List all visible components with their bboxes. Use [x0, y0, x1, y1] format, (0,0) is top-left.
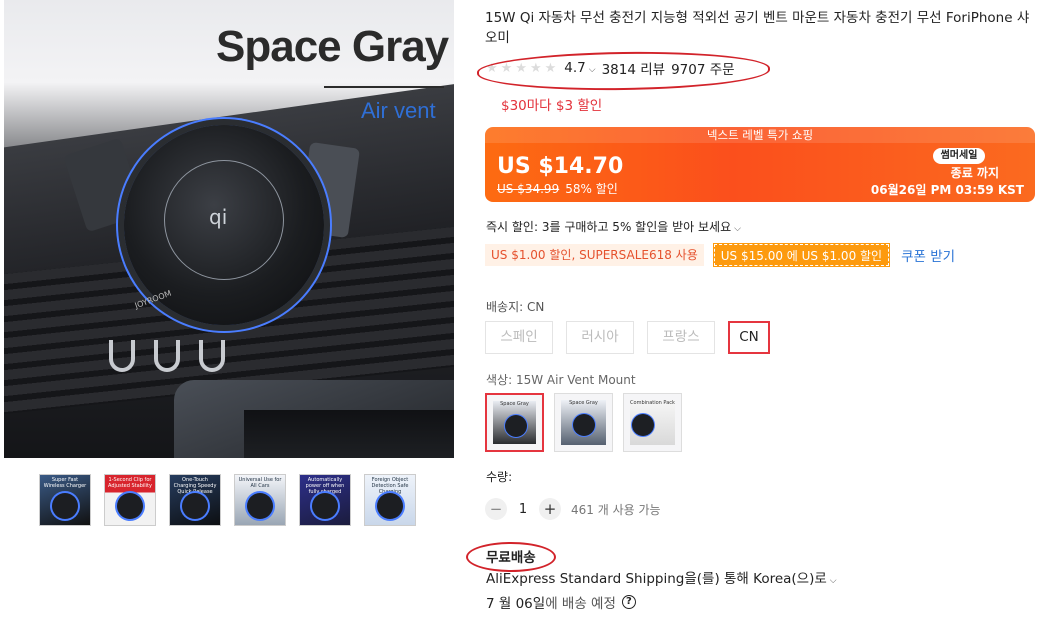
ship-from-option-cn[interactable]: CN [728, 321, 770, 354]
ship-from-option-france[interactable]: 프랑스 [647, 321, 715, 354]
charger-feet [74, 340, 264, 380]
product-title: 15W Qi 자동차 무선 충전기 지능형 적외선 공기 벤트 마운트 자동차 … [485, 10, 1030, 46]
swatch-caption: Combination Pack [630, 400, 675, 406]
thumbnail-product [312, 493, 338, 519]
swatch-caption: Space Gray [500, 401, 529, 407]
delivery-estimate: 7 월 06일 에 배송 예정 ? [486, 592, 636, 612]
store-coupon-line[interactable]: $30마다 $3 할인 [501, 94, 602, 114]
chevron-down-icon: ⌵ [734, 224, 741, 234]
chevron-down-icon: ⌵ [829, 576, 837, 586]
color-swatch-1[interactable]: Space Gray [485, 393, 544, 452]
thumbnail-3[interactable]: One-Touch Charging Speedy Quick Release [169, 474, 221, 526]
thumbnail-4[interactable]: Universal Use for All Cars [234, 474, 286, 526]
ship-from-options: 스페인 러시아 프랑스 CN [485, 321, 770, 354]
instant-discount-label: 즉시 할인: [486, 220, 542, 234]
thumbnail-product [377, 493, 403, 519]
qi-logo: qi [209, 205, 228, 229]
ship-from-prefix: 배송지: [486, 300, 527, 314]
car-screen [244, 410, 454, 458]
ship-from-option-spain[interactable]: 스페인 [485, 321, 553, 354]
color-value: 15W Air Vent Mount [515, 373, 636, 387]
help-icon[interactable]: ? [621, 595, 636, 609]
color-label: 색상: 15W Air Vent Mount [486, 371, 636, 388]
color-swatches: Space Gray Space Gray Combination Pack [485, 393, 682, 452]
swatch-caption: Space Gray [569, 400, 598, 406]
thumbnail-product [52, 493, 78, 519]
deal-banner: 넥스트 레벨 특가 쇼핑 US $14.70 US $34.99 58% 할인 썸… [485, 127, 1035, 202]
thumbnail-caption: Super Fast Wireless Charger [43, 477, 87, 489]
thumbnail-product [182, 493, 208, 519]
charger-illustration: qi JOYROOM [63, 105, 361, 372]
quantity-increase-button[interactable]: + [539, 498, 561, 520]
ship-from-option-russia[interactable]: 러시아 [566, 321, 634, 354]
quantity-input[interactable]: 1 [507, 502, 539, 517]
shipping-method-text: AliExpress Standard Shipping을(를) 통해 Kore… [486, 571, 827, 587]
rating-annotation [476, 49, 771, 93]
quantity-available: 461 개 사용 가능 [571, 502, 661, 517]
thumbnail-2[interactable]: 1-Second Clip for Adjusted Stability [104, 474, 156, 526]
sale-price: US $14.70 [497, 154, 624, 179]
charger-foot [199, 340, 225, 372]
coupon-code-tag[interactable]: US $1.00 할인, SUPERSALE618 사용 [485, 244, 704, 266]
thumbnail-caption: 1-Second Clip for Adjusted Stability [108, 477, 152, 489]
deal-ends-label: 종료 까지 [950, 166, 999, 180]
price-compare: US $34.99 58% 할인 [497, 180, 618, 197]
hero-rule [324, 86, 444, 88]
delivery-date: 7 월 06일 [486, 596, 546, 612]
summer-sale-badge: 썸머세일 [933, 148, 985, 164]
thumbnail-5[interactable]: Automatically power off when fully charg… [299, 474, 351, 526]
store-coupon-tag[interactable]: US $15.00 에 US $1.00 할인 [712, 243, 891, 267]
hero-subtitle: Air vent [361, 98, 436, 123]
deal-banner-title: 넥스트 레벨 특가 쇼핑 [485, 127, 1035, 143]
deal-end-time: 06월26일 PM 03:59 KST [870, 183, 1024, 197]
main-product-image[interactable]: Space Gray Air vent qi JOYROOM [4, 0, 454, 458]
color-swatch-3[interactable]: Combination Pack [623, 393, 682, 452]
coupon-row: US $1.00 할인, SUPERSALE618 사용 US $15.00 에… [485, 243, 955, 267]
hero-title: Space Gray [216, 22, 449, 71]
original-price: US $34.99 [497, 182, 560, 196]
swatch-product [573, 414, 595, 436]
thumbnail-caption: Universal Use for All Cars [238, 477, 282, 489]
quantity-decrease-button[interactable]: − [485, 498, 507, 520]
thumbnail-product [247, 493, 273, 519]
instant-discount[interactable]: 즉시 할인: 3를 구매하고 5% 할인을 받아 보세요 ⌵ [486, 218, 741, 235]
discount-percent: 58% 할인 [565, 182, 618, 196]
get-coupon-link[interactable]: 쿠폰 받기 [901, 245, 955, 265]
ship-from-value: CN [526, 300, 545, 314]
quantity-label: 수량: [486, 470, 513, 484]
instant-discount-text: 3를 구매하고 5% 할인을 받아 보세요 [541, 220, 732, 234]
ship-from-label: 배송지: CN [486, 298, 544, 315]
charger-foot [109, 340, 135, 372]
thumbnail-6[interactable]: Foreign Object Detection Safe Charging [364, 474, 416, 526]
color-prefix: 색상: [486, 373, 516, 387]
thumbnail-1[interactable]: Super Fast Wireless Charger [39, 474, 91, 526]
thumbnail-product [117, 493, 143, 519]
swatch-product [632, 414, 654, 436]
shipping-method[interactable]: AliExpress Standard Shipping을(를) 통해 Kore… [486, 567, 837, 587]
swatch-product [505, 415, 527, 437]
quantity-stepper: − 1 + 461 개 사용 가능 [485, 498, 661, 520]
delivery-suffix: 에 배송 예정 [545, 596, 616, 612]
charger-foot [154, 340, 180, 372]
color-swatch-2[interactable]: Space Gray [554, 393, 613, 452]
